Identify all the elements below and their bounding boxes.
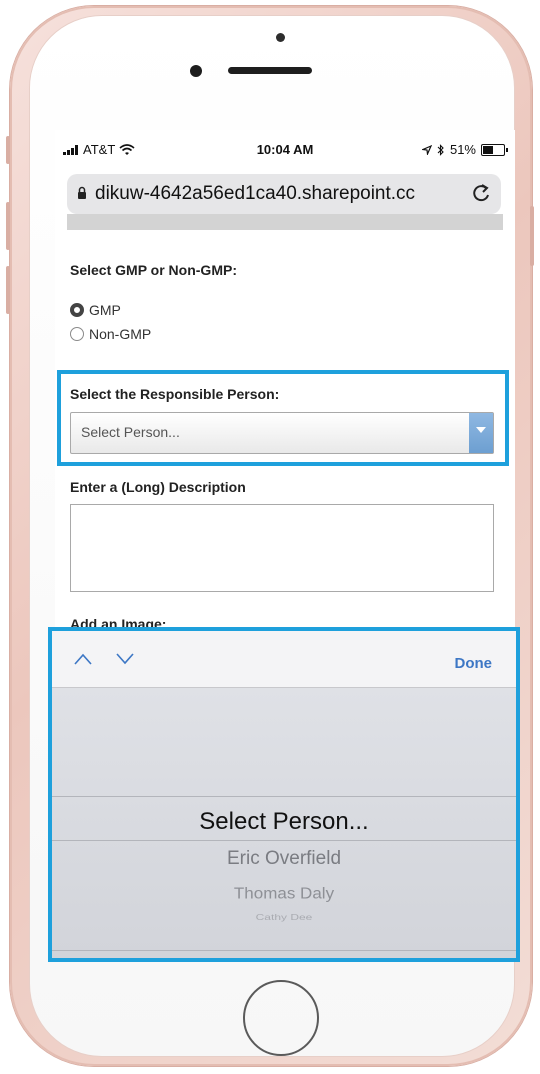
volume-up-button xyxy=(6,202,10,250)
reload-icon[interactable] xyxy=(471,182,491,204)
power-button xyxy=(530,206,534,266)
battery-icon xyxy=(481,143,508,156)
responsible-person-select[interactable]: Select Person... xyxy=(70,412,494,454)
radio-gmp[interactable]: GMP xyxy=(70,302,121,318)
bluetooth-icon xyxy=(437,143,444,156)
picker-bottom-line xyxy=(52,950,516,951)
address-bar[interactable]: dikuw-4642a56ed1ca40.sharepoint.cc xyxy=(67,174,501,214)
chevron-down-icon[interactable] xyxy=(116,653,134,665)
description-label: Enter a (Long) Description xyxy=(70,479,246,495)
radio-button-unchecked[interactable] xyxy=(70,327,84,341)
person-picker-wheel[interactable]: Select Person... Eric Overfield Thomas D… xyxy=(52,688,516,958)
picker-toolbar: Done xyxy=(52,631,516,688)
battery-percent: 51% xyxy=(449,142,476,157)
selection-line-top xyxy=(52,796,516,797)
picker-option[interactable]: Thomas Daly xyxy=(52,885,516,903)
selection-line-bottom xyxy=(52,840,516,841)
radio-label-gmp: GMP xyxy=(89,302,121,318)
radio-label-non-gmp: Non-GMP xyxy=(89,326,152,342)
responsible-label: Select the Responsible Person: xyxy=(70,386,280,402)
radio-button-checked[interactable] xyxy=(70,303,84,317)
home-button[interactable] xyxy=(243,980,319,1056)
page-content: Select GMP or Non-GMP: GMP Non-GMP Selec… xyxy=(55,214,515,632)
select-value: Select Person... xyxy=(81,424,180,440)
front-camera xyxy=(190,65,202,77)
earpiece-speaker xyxy=(228,67,312,74)
gmp-label: Select GMP or Non-GMP: xyxy=(70,262,237,278)
chevron-up-icon[interactable] xyxy=(74,653,92,665)
lock-icon xyxy=(78,186,86,199)
select-arrow-icon[interactable] xyxy=(469,413,493,453)
status-bar: AT&T 10:04 AM 51% xyxy=(55,130,515,166)
mute-switch xyxy=(6,136,10,164)
picker-highlight: Done Select Person... Eric Overfield Tho… xyxy=(48,627,520,962)
proximity-sensor xyxy=(276,33,285,42)
url-text[interactable]: dikuw-4642a56ed1ca40.sharepoint.cc xyxy=(95,183,453,205)
description-textarea[interactable] xyxy=(70,504,494,592)
picker-option-selected[interactable]: Select Person... xyxy=(52,808,516,836)
volume-down-button xyxy=(6,266,10,314)
status-right: 51% xyxy=(421,142,508,157)
done-button[interactable]: Done xyxy=(455,655,493,672)
radio-non-gmp[interactable]: Non-GMP xyxy=(70,326,151,342)
picker-option[interactable]: Cathy Dee xyxy=(52,912,516,922)
location-icon xyxy=(421,144,432,155)
section-divider xyxy=(67,214,503,230)
picker-option[interactable]: Eric Overfield xyxy=(52,848,516,870)
